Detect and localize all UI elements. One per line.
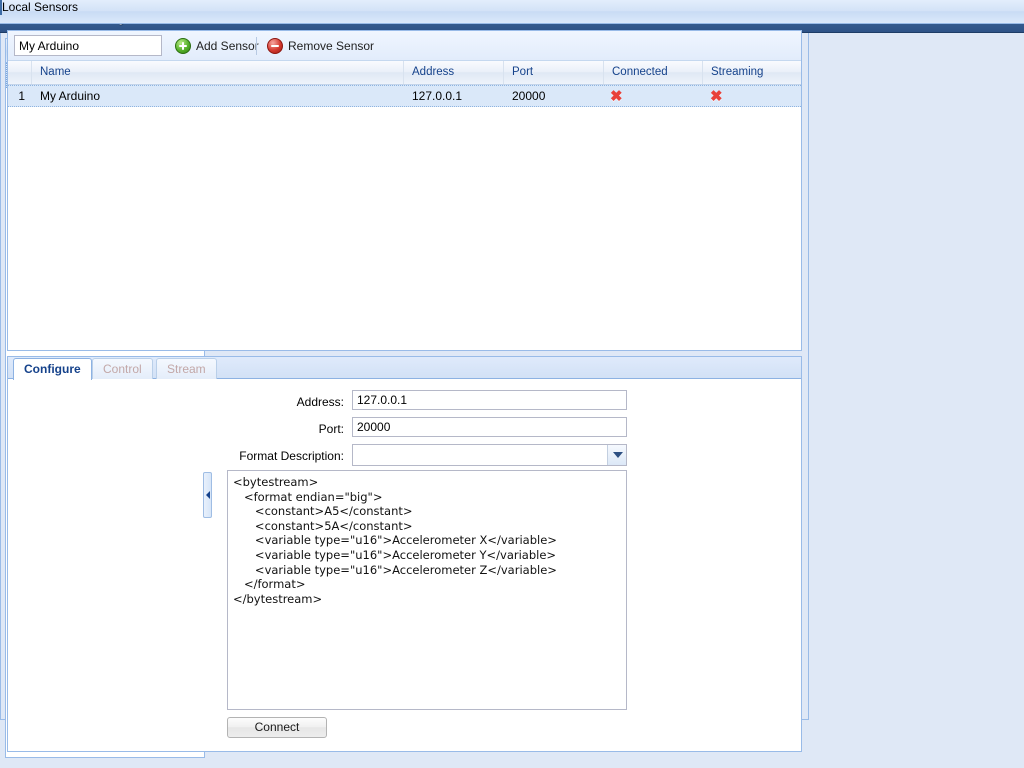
remove-circle-icon (267, 38, 283, 54)
table-row[interactable]: 1 My Arduino 127.0.0.1 20000 ✖ ✖ (8, 85, 801, 107)
toolbar-separator (256, 37, 257, 55)
cell-port: 20000 (512, 89, 546, 103)
remove-sensor-button[interactable]: Remove Sensor (267, 36, 374, 56)
format-description-value (357, 447, 604, 463)
cell-name: My Arduino (40, 89, 101, 103)
local-sensors-title: Local Sensors (2, 0, 79, 14)
grid-icon (0, 0, 2, 15)
port-field[interactable] (352, 417, 627, 437)
add-circle-icon (175, 38, 191, 54)
tab-control[interactable]: Control (92, 358, 153, 379)
sensors-toolbar: Add Sensor Remove Sensor (8, 31, 801, 61)
local-sensors-panel-header: Local Sensors (0, 0, 1024, 24)
format-description-select[interactable] (352, 444, 627, 466)
local-sensors-panel: Local Sensors Add Sensor Remove Sensor N… (0, 0, 1024, 752)
row-number: 1 (18, 89, 25, 103)
address-field[interactable] (352, 390, 627, 410)
connect-button[interactable]: Connect (227, 717, 327, 738)
format-xml-textarea[interactable]: <bytestream> <format endian="big"> <cons… (227, 470, 627, 710)
sensor-name-input[interactable] (14, 35, 162, 56)
address-label: Address: (296, 395, 344, 409)
tab-strip: Configure Control Stream (8, 357, 801, 380)
chevron-left-icon (206, 491, 210, 499)
cell-streaming-false-icon: ✖ (710, 88, 723, 105)
grid-body: 1 My Arduino 127.0.0.1 20000 ✖ ✖ (8, 85, 801, 350)
panel-splitter-handle[interactable] (203, 472, 212, 518)
port-label: Port: (318, 422, 344, 436)
grid-header-row: Name Address Port Connected Streaming (8, 61, 801, 85)
grid-header-address[interactable]: Address (404, 61, 504, 84)
add-sensor-label: Add Sensor (196, 39, 259, 53)
chevron-down-icon[interactable] (607, 445, 626, 465)
tab-configure[interactable]: Configure (13, 358, 92, 380)
grid-header-streaming[interactable]: Streaming (703, 61, 801, 84)
add-sensor-button[interactable]: Add Sensor (175, 36, 259, 56)
cell-connected-false-icon: ✖ (610, 88, 623, 105)
grid-header-port[interactable]: Port (504, 61, 604, 84)
grid-header-connected[interactable]: Connected (604, 61, 703, 84)
remove-sensor-label: Remove Sensor (288, 39, 375, 53)
connect-button-label: Connect (254, 720, 300, 734)
format-description-label: Format Description: (239, 449, 344, 463)
cell-address: 127.0.0.1 (412, 89, 463, 103)
tab-stream[interactable]: Stream (156, 358, 217, 379)
grid-header-rownum (8, 61, 32, 84)
grid-header-name[interactable]: Name (32, 61, 404, 84)
sensors-grid-panel: Add Sensor Remove Sensor Name Address Po… (7, 30, 802, 351)
